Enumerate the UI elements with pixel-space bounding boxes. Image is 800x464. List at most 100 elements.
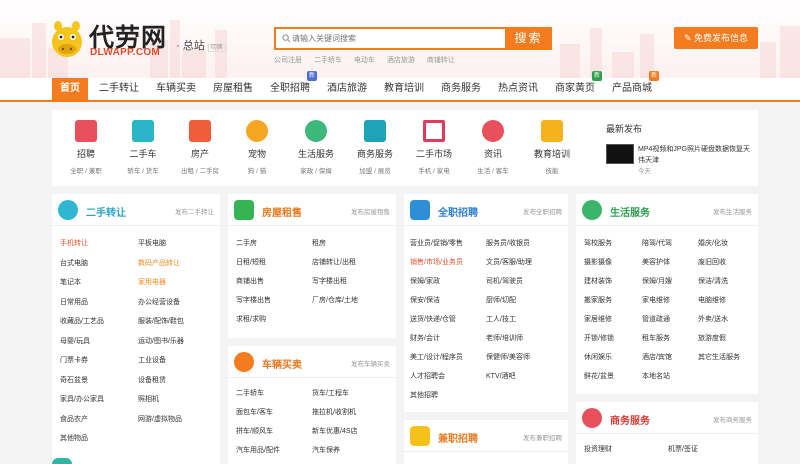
nav-zhaopin[interactable]: 全职招聘 新 <box>267 71 317 100</box>
nav-fangwu[interactable]: 房屋租售 <box>210 78 256 100</box>
panel-link[interactable]: 司机/驾驶员 <box>486 276 523 286</box>
nav-home[interactable]: 首页 <box>52 78 88 100</box>
panel-link[interactable]: 其它生活服务 <box>698 352 740 362</box>
panel-link[interactable]: 汽车保养 <box>312 445 340 455</box>
panel-link[interactable]: 网游/虚拟物品 <box>138 414 182 424</box>
panel-link[interactable]: 建材装饰 <box>584 276 612 286</box>
hot-keyword[interactable]: 酒店旅游 <box>387 57 415 64</box>
nav-jiaoyu[interactable]: 教育培训 <box>381 78 427 100</box>
panel-link[interactable]: 其他招聘 <box>410 390 438 400</box>
panel-post-link[interactable]: 发布全职招聘 <box>523 206 562 216</box>
hot-keyword[interactable]: 商铺转让 <box>427 57 455 64</box>
panel-link[interactable]: 休闲娱乐 <box>584 352 612 362</box>
panel-link[interactable]: 服务员/收银员 <box>486 238 530 248</box>
category-jiaoyu[interactable]: 教育培训 技能 <box>524 110 580 175</box>
panel-link[interactable]: 服装/配饰/鞋包 <box>138 316 184 326</box>
panel-link[interactable]: 照相机 <box>138 394 159 404</box>
panel-link[interactable]: 工人/技工 <box>486 314 516 324</box>
panel-link[interactable]: 美容护体 <box>642 257 670 267</box>
hot-keyword[interactable]: 电动车 <box>354 57 375 64</box>
panel-link[interactable]: 运动/图书/乐器 <box>138 336 184 346</box>
panel-link[interactable]: 台式电脑 <box>60 258 88 268</box>
hippo-mascot-logo[interactable] <box>50 20 84 58</box>
panel-link[interactable]: 保姆/月嫂 <box>642 276 672 286</box>
panel-link[interactable]: 拖拉机/收割机 <box>312 407 356 417</box>
panel-link[interactable]: 商铺出售 <box>236 276 264 286</box>
category-ershou-market[interactable]: 二手市场 手机 / 家电 <box>406 110 462 175</box>
news-item-title[interactable]: MP4视频和JPG照片硬盘数据恢复天伟天津 <box>638 144 754 166</box>
panel-title[interactable]: 车辆买卖 <box>262 356 302 371</box>
nav-ershou[interactable]: 二手转让 <box>96 78 142 100</box>
panel-link[interactable]: 家电维修 <box>642 295 670 305</box>
panel-link[interactable]: 食品农产 <box>60 414 88 424</box>
panel-link[interactable]: 驾校服务 <box>584 238 612 248</box>
panel-link[interactable]: 废旧回收 <box>698 257 726 267</box>
panel-post-link[interactable]: 发布兼职招聘 <box>523 432 562 442</box>
panel-link[interactable]: 婚庆/化妆 <box>698 238 728 248</box>
nav-jiudian[interactable]: 酒店旅游 <box>324 78 370 100</box>
panel-link[interactable]: 汽车用品/配件 <box>236 445 280 455</box>
panel-link[interactable]: 设备租赁 <box>138 375 166 385</box>
panel-post-link[interactable]: 发布商务服务 <box>713 414 752 424</box>
panel-link[interactable]: 保姆/家政 <box>410 276 440 286</box>
panel-title[interactable]: 二手转让 <box>86 204 126 219</box>
panel-link[interactable]: 面包车/客车 <box>236 407 273 417</box>
panel-link[interactable]: 其他物品 <box>60 433 88 443</box>
panel-link[interactable]: 工业设备 <box>138 355 166 365</box>
panel-link[interactable]: 厨师/切配 <box>486 295 516 305</box>
panel-post-link[interactable]: 发布二手转让 <box>175 206 214 216</box>
panel-title[interactable]: 房屋租售 <box>262 204 302 219</box>
hot-keyword[interactable]: 二手轿车 <box>314 57 342 64</box>
panel-link[interactable]: 写字楼出租 <box>312 276 347 286</box>
panel-link[interactable]: 文员/客服/助理 <box>486 257 532 267</box>
panel-link[interactable]: 母婴/玩具 <box>60 336 90 346</box>
category-ershouche[interactable]: 二手车 轿车 / 货车 <box>115 110 171 175</box>
panel-link[interactable]: 保安/保洁 <box>410 295 440 305</box>
panel-link[interactable]: 日租/短租 <box>236 257 266 267</box>
nav-cheliang[interactable]: 车辆买卖 <box>153 78 199 100</box>
hot-keyword[interactable]: 公司注册 <box>274 57 302 64</box>
panel-link[interactable]: 机票/签证 <box>668 444 698 454</box>
nav-shangwu[interactable]: 商务服务 <box>438 78 484 100</box>
panel-link[interactable]: 厂房/仓库/土地 <box>312 295 358 305</box>
category-fangchan[interactable]: 房产 出租 / 二手房 <box>172 110 228 175</box>
panel-link[interactable]: 租房 <box>312 238 326 248</box>
panel-link[interactable]: 人才招聘会 <box>410 371 445 381</box>
panel-link[interactable]: 摄影摄像 <box>584 257 612 267</box>
panel-link[interactable]: 财务/会计 <box>410 333 440 343</box>
panel-link[interactable]: 门票卡券 <box>60 355 88 365</box>
category-shangwu[interactable]: 商务服务 加盟 / 展览 <box>347 110 403 175</box>
panel-link[interactable]: 营业员/促销/零售 <box>410 238 463 248</box>
panel-link[interactable]: 陪驾/代驾 <box>642 238 672 248</box>
panel-link[interactable]: 销售/市场/业务员 <box>410 257 463 267</box>
news-thumbnail[interactable] <box>606 144 634 164</box>
panel-link[interactable]: 手机转让 <box>60 238 88 248</box>
panel-link[interactable]: 送货/快递/仓管 <box>410 314 456 324</box>
panel-link[interactable]: 鲜花/盆景 <box>584 371 614 381</box>
switch-station-tag[interactable]: 切换 <box>207 43 226 52</box>
panel-title[interactable]: 生活服务 <box>610 204 650 219</box>
panel-link[interactable]: 开锁/修锁 <box>584 333 614 343</box>
panel-link[interactable]: 老师/培训师 <box>486 333 523 343</box>
panel-link[interactable]: 店铺转让/出租 <box>312 257 356 267</box>
panel-link[interactable]: 日常用品 <box>60 297 88 307</box>
category-zixun[interactable]: 资讯 生活 / 客车 <box>465 110 521 175</box>
nav-shangcheng[interactable]: 产品商城 新 <box>609 71 659 100</box>
search-input[interactable] <box>280 31 500 46</box>
panel-link[interactable]: 办公经营设备 <box>138 297 180 307</box>
panel-link[interactable]: 酒店/宾馆 <box>642 352 672 362</box>
category-shenghuo[interactable]: 生活服务 家政 / 保姆 <box>288 110 344 175</box>
panel-link[interactable]: 奇石盆景 <box>60 375 88 385</box>
panel-link[interactable]: 本地名站 <box>642 371 670 381</box>
nav-huangye[interactable]: 商家黄页 新 <box>552 71 602 100</box>
nav-zixun[interactable]: 热点资讯 <box>495 78 541 100</box>
panel-link[interactable]: 保洁/清洗 <box>698 276 728 286</box>
panel-link[interactable]: 收藏品/工艺品 <box>60 316 104 326</box>
panel-link[interactable]: 家居维修 <box>584 314 612 324</box>
panel-link[interactable]: 写字楼出售 <box>236 295 271 305</box>
panel-link[interactable]: 搬家服务 <box>584 295 612 305</box>
panel-title[interactable]: 商务服务 <box>610 412 650 427</box>
panel-link[interactable]: 数码产品转让 <box>138 258 180 268</box>
panel-link[interactable]: 拼车/顺风车 <box>236 426 273 436</box>
category-zhaopin[interactable]: 招聘 全职 / 兼职 <box>58 110 114 175</box>
